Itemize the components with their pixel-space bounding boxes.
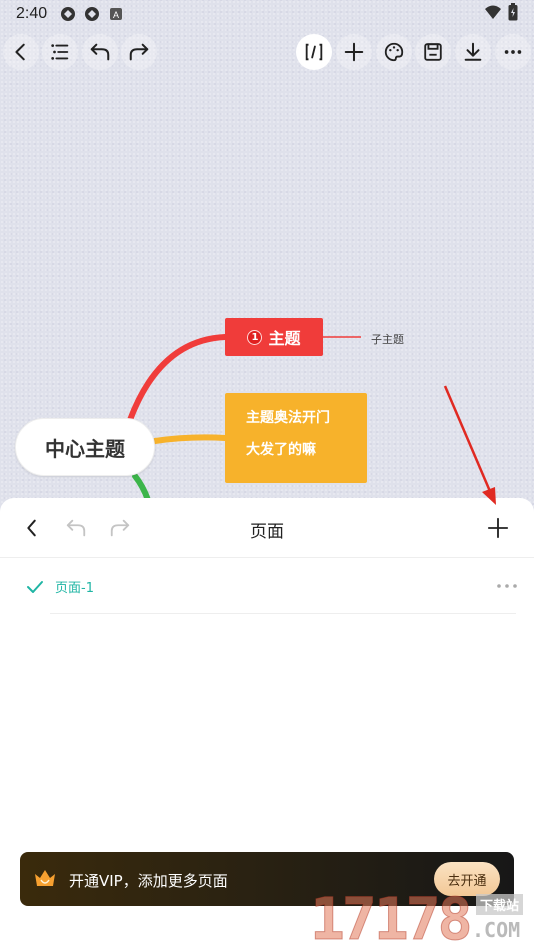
site-watermark: 17178 下载站 .COM <box>310 888 534 950</box>
watermark-tag: 下载站 <box>476 894 524 915</box>
topic-line-2: 大发了的嘛 <box>246 442 316 458</box>
topic-line-1: 主题奥法开门 <box>246 410 330 426</box>
page-name: 页面-1 <box>55 581 94 596</box>
watermark-digits: 17178 <box>310 885 474 950</box>
more-icon[interactable] <box>496 582 518 590</box>
page-list-item[interactable]: 页面-1 <box>0 558 534 614</box>
topic-label: 主题 <box>268 329 301 348</box>
vip-promo-text: 开通VIP，添加更多页面 <box>69 872 228 890</box>
add-page-button[interactable] <box>482 512 514 544</box>
crown-icon <box>35 870 55 886</box>
panel-title: 页面 <box>250 522 284 542</box>
pages-panel-header: 页面 <box>0 498 534 558</box>
central-topic[interactable]: 中心主题 <box>15 418 155 476</box>
check-icon <box>27 581 43 593</box>
topic-node-red[interactable]: 1 主题 <box>225 318 323 356</box>
watermark-domain: .COM <box>472 918 521 942</box>
priority-badge: 1 <box>247 329 263 345</box>
add-icon <box>487 517 509 539</box>
divider <box>50 613 516 614</box>
subtopic-node[interactable]: 子主题 <box>371 331 404 347</box>
topic-node-orange[interactable]: 主题奥法开门 大发了的嘛 <box>225 393 367 483</box>
